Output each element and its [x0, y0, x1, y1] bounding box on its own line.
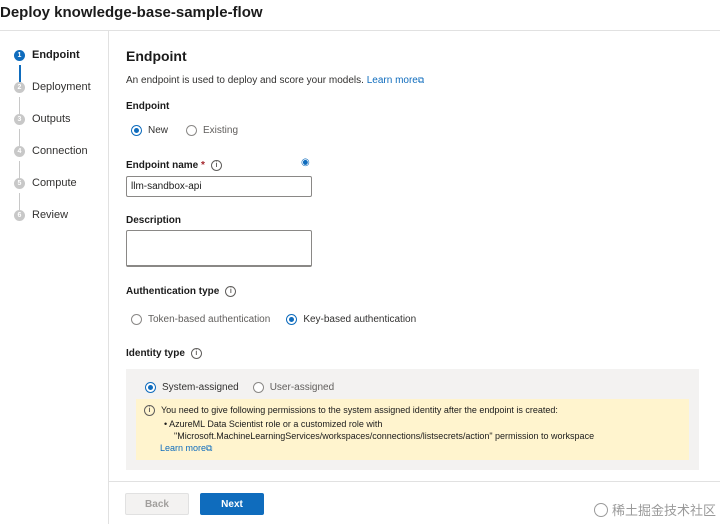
description-label: Description: [126, 215, 182, 226]
token-auth-radio[interactable]: [131, 314, 142, 325]
step-connector: [19, 193, 20, 210]
step-label: Connection: [32, 145, 88, 157]
key-auth-radio[interactable]: [286, 314, 298, 325]
step-number-badge: 2: [14, 81, 25, 93]
identity-type-label-row: Identity type i: [126, 348, 202, 359]
warning-bullet-continuation: "Microsoft.MachineLearningServices/works…: [174, 431, 595, 441]
step-number-badge: 3: [14, 113, 25, 125]
system-assigned-radio[interactable]: [145, 382, 156, 393]
identity-type-radio-group: System-assigned User-assigned: [145, 382, 334, 393]
step-label: Review: [32, 209, 69, 221]
step-label: Endpoint: [32, 49, 80, 61]
back-button[interactable]: Back: [125, 493, 189, 515]
step-compute[interactable]: 5 Compute: [14, 177, 77, 189]
info-icon[interactable]: i: [225, 286, 237, 297]
step-label: Compute: [32, 177, 77, 189]
step-endpoint[interactable]: 1 Endpoint: [14, 49, 80, 61]
auth-type-label-row: Authentication type i: [126, 286, 237, 297]
warning-text: You need to give following permissions t…: [161, 405, 558, 415]
token-auth-label: Token-based authentication: [148, 314, 271, 325]
user-assigned-label: User-assigned: [269, 382, 335, 393]
auth-type-label: Authentication type: [126, 286, 220, 297]
step-outputs[interactable]: 3 Outputs: [14, 113, 71, 125]
step-connection[interactable]: 4 Connection: [14, 145, 88, 157]
endpoint-type-radio-group: New Existing: [131, 125, 238, 136]
identity-panel: System-assigned User-assigned i You need…: [126, 369, 699, 470]
system-assigned-label: System-assigned: [162, 382, 239, 393]
endpoint-existing-radio[interactable]: [186, 125, 198, 136]
warning-bullet-text: AzureML Data Scientist role or a customi…: [169, 419, 383, 429]
learn-more-link[interactable]: Learn more⧉: [367, 75, 425, 86]
watermark: 稀土掘金技术社区: [593, 500, 716, 519]
endpoint-name-label-row: Endpoint name * i: [126, 160, 222, 171]
identity-type-label: Identity type: [126, 348, 185, 359]
endpoint-name-label: Endpoint name: [126, 160, 199, 171]
warning-learn-more-label: Learn more: [160, 443, 207, 453]
step-connector: [18, 65, 21, 82]
warning-learn-more-link[interactable]: Learn more⧉: [160, 443, 212, 453]
description-text: An endpoint is used to deploy and score …: [126, 75, 364, 86]
info-icon[interactable]: i: [190, 348, 202, 359]
external-link-icon: ⧉: [206, 443, 213, 453]
key-auth-label: Key-based authentication: [303, 314, 417, 325]
step-connector: [19, 129, 20, 146]
page-title: Deploy knowledge-base-sample-flow: [0, 4, 263, 21]
step-connector: [19, 97, 20, 114]
section-description: An endpoint is used to deploy and score …: [126, 75, 424, 86]
next-button[interactable]: Next: [200, 493, 264, 515]
endpoint-form: Endpoint An endpoint is used to deploy a…: [109, 31, 720, 524]
footer-divider: [109, 481, 720, 482]
user-assigned-radio[interactable]: [252, 382, 264, 393]
eye-icon[interactable]: ◉: [301, 157, 310, 168]
step-label: Outputs: [32, 113, 71, 125]
watermark-text: 稀土掘金技术社区: [611, 503, 716, 518]
step-label: Deployment: [32, 81, 91, 93]
learn-more-label: Learn more: [366, 75, 418, 86]
step-connector: [19, 161, 20, 178]
step-number-badge: 5: [14, 177, 25, 189]
endpoint-name-input[interactable]: [126, 176, 312, 197]
step-deployment[interactable]: 2 Deployment: [14, 81, 91, 93]
section-heading: Endpoint: [126, 48, 187, 64]
endpoint-section-label: Endpoint: [126, 101, 170, 112]
auth-type-radio-group: Token-based authentication Key-based aut…: [131, 314, 416, 325]
step-number-badge: 1: [14, 49, 25, 61]
wizard-steps: 1 Endpoint 2 Deployment 3 Outputs 4 Conn…: [0, 31, 109, 524]
external-link-icon: ⧉: [417, 75, 425, 85]
endpoint-existing-label: Existing: [203, 125, 239, 136]
endpoint-new-label: New: [148, 125, 169, 136]
permission-warning: i You need to give following permissions…: [136, 399, 689, 460]
endpoint-new-radio[interactable]: [131, 125, 142, 136]
required-asterisk: *: [201, 160, 205, 171]
warning-info-icon: i: [144, 405, 155, 416]
step-number-badge: 6: [14, 209, 25, 221]
description-textarea[interactable]: [126, 230, 312, 267]
step-review[interactable]: 6 Review: [14, 209, 68, 221]
watermark-logo-icon: [593, 502, 608, 517]
warning-bullet: • AzureML Data Scientist role or a custo…: [164, 419, 383, 429]
info-icon[interactable]: i: [210, 160, 222, 171]
step-number-badge: 4: [14, 145, 25, 157]
